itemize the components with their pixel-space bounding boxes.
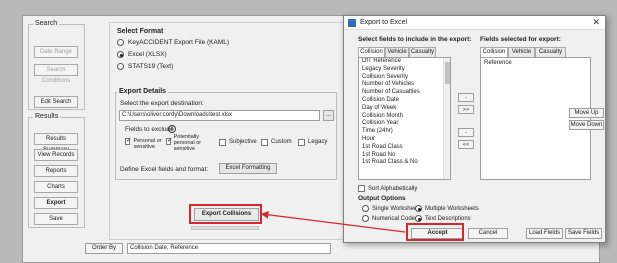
arrow-annotation <box>260 210 406 233</box>
